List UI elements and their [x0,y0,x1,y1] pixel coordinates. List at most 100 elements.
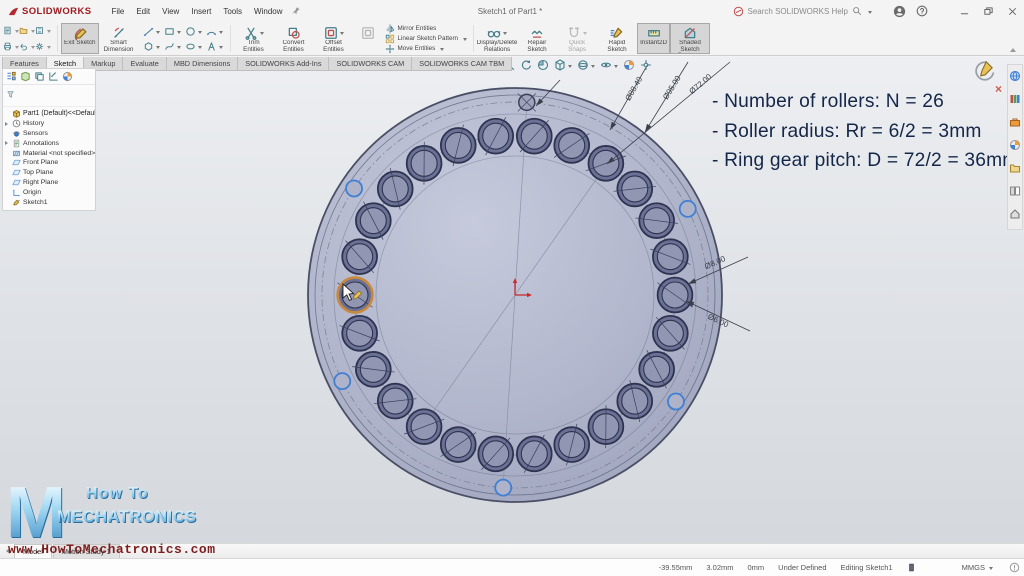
tab-mbd-dimensions[interactable]: MBD Dimensions [166,57,238,71]
spline-tool-button[interactable] [162,39,183,54]
tree-item-sketch1[interactable]: Sketch1 [5,197,95,207]
search-icon[interactable] [852,6,862,16]
bolt-hole-circle-selected[interactable] [495,480,511,496]
smart-dimension-button[interactable]: Smart Dimension [99,23,139,54]
tab-solidworks-add-ins[interactable]: SOLIDWORKS Add-Ins [237,57,329,71]
rect-tool-button[interactable] [162,24,183,39]
search-box[interactable]: Search SOLIDWORKS Help [733,6,872,17]
extra-offset-button[interactable] [354,23,382,54]
edit-appearance-icon[interactable] [623,59,635,71]
menu-tools[interactable]: Tools [217,5,248,18]
bolt-hole-circle-selected[interactable] [680,201,696,217]
exit-sketch-confirmation-icon[interactable] [972,59,996,88]
search-input[interactable]: Search SOLIDWORKS Help [748,7,848,16]
tab-solidworks-cam[interactable]: SOLIDWORKS CAM [328,57,412,71]
status-note-icon[interactable] [907,563,916,572]
new-document-button[interactable] [3,23,19,39]
cancel-sketch-icon[interactable]: × [995,82,1002,96]
polygon-tool-button[interactable] [141,39,162,54]
previous-view-icon[interactable] [520,59,532,71]
convert-entities-button[interactable]: Convert Entities [274,23,314,54]
pin-icon[interactable] [291,6,301,16]
graphics-area[interactable]: Ø88.40Ø95.00Ø72.00Ø8.00Ø6.00 FeaturesSke… [0,57,1024,558]
chevron-down-icon[interactable] [868,11,872,16]
menu-view[interactable]: View [156,5,185,18]
tree-item-front-plane[interactable]: Front Plane [5,158,95,168]
move-entities-button[interactable]: Move Entities [385,44,468,54]
hide-show-items-icon[interactable] [600,59,618,71]
menu-edit[interactable]: Edit [130,5,156,18]
print-button[interactable] [3,39,19,55]
origin-icon [12,188,21,197]
fm-display-tab-icon[interactable] [62,71,73,82]
section-view-icon[interactable] [537,59,549,71]
solidworks-resources-icon[interactable] [1009,69,1021,87]
custom-properties-icon[interactable] [1009,207,1021,225]
menu-insert[interactable]: Insert [185,5,217,18]
help-icon[interactable] [916,5,928,17]
tab-motion-study[interactable]: Motion Study 1 [53,544,120,558]
bolt-hole-circle-selected[interactable] [346,180,362,196]
save-button[interactable] [35,23,51,39]
ellipse-tool-button[interactable] [183,39,204,54]
tree-item-part1-default-default-di[interactable]: Part1 (Default)<<Default>_Display Sta... [5,109,95,119]
view-orientation-icon[interactable] [554,59,572,71]
repair-sketch-button[interactable]: Repair Sketch [517,23,557,54]
line-tool-button[interactable] [141,24,162,39]
units-selector[interactable]: MMGS [962,563,985,572]
tree-item-history[interactable]: History [5,119,95,129]
tree-item-right-plane[interactable]: Right Plane [5,178,95,188]
toolbox-icon[interactable] [1009,115,1021,133]
tree-item-material-not-specified-[interactable]: Material <not specified> [5,148,95,158]
trim-entities-button[interactable]: Trim Entities [234,23,274,54]
undo-button[interactable] [19,39,35,55]
dim-outer-diameter-label[interactable]: Ø95.00 [661,74,683,101]
tree-item-annotations[interactable]: Annotations [5,138,95,148]
design-library-icon[interactable] [1009,92,1021,110]
fm-prop-tab-icon[interactable] [20,71,31,82]
fm-dim-tab-icon[interactable] [48,71,59,82]
view-settings-icon[interactable] [640,59,652,71]
view-palette-icon[interactable] [1009,184,1021,202]
arc-tool-button[interactable] [204,24,225,39]
menu-file[interactable]: File [105,5,130,18]
mirror-entities-button[interactable]: Mirror Entities [385,24,468,34]
shaded-sketch-contours-button[interactable]: Shaded Sketch Contours [670,23,710,54]
menu-window[interactable]: Window [248,5,288,18]
tab-evaluate[interactable]: Evaluate [122,57,166,71]
rapid-sketch-button[interactable]: Rapid Sketch [597,23,637,54]
tree-item-top-plane[interactable]: Top Plane [5,168,95,178]
units-chevron-icon[interactable] [989,567,993,572]
user-account-icon[interactable] [893,5,906,18]
minimize-button[interactable] [959,6,970,17]
tab-scroll-left-icon[interactable] [3,548,10,554]
dim-bolt-circle-label[interactable]: Ø88.40 [623,75,644,103]
bolt-hole-circle-selected[interactable] [668,394,684,410]
close-button[interactable] [1007,6,1018,17]
appearances-icon[interactable] [1009,138,1021,156]
feature-tree-filter[interactable] [3,85,95,107]
fm-tree-tab-icon[interactable] [6,71,17,82]
file-explorer-icon[interactable] [1009,161,1021,179]
status-help-icon[interactable] [1009,562,1020,573]
ribbon-collapse-icon[interactable] [1010,45,1016,52]
tree-item-sensors[interactable]: Sensors [5,129,95,139]
exit-sketch-button[interactable]: Exit Sketch [61,23,99,54]
instant2d-button[interactable]: Instant2D [637,23,670,54]
tab-solidworks-cam-tbm[interactable]: SOLIDWORKS CAM TBM [411,57,512,71]
text-tool-button[interactable] [204,39,225,54]
quick-snaps-button[interactable]: Quick Snaps [557,23,597,54]
options-button[interactable] [35,39,51,55]
offset-entities-button[interactable]: Offset Entities [314,23,354,54]
fm-config-tab-icon[interactable] [34,71,45,82]
open-button[interactable] [19,23,35,39]
linear-sketch-pattern-button[interactable]: Linear Sketch Pattern [385,34,468,44]
bolt-hole-circle-selected[interactable] [334,373,350,389]
circle-tool-button[interactable] [183,24,204,39]
tree-item-origin[interactable]: Origin [5,187,95,197]
tab-model[interactable]: Model [14,544,52,558]
dim-pitch-diameter-label[interactable]: Ø72.00 [687,72,713,96]
display-style-icon[interactable] [577,59,595,71]
restore-button[interactable] [983,6,994,17]
display-delete-relations-button[interactable]: Display/Delete Relations [477,23,517,54]
